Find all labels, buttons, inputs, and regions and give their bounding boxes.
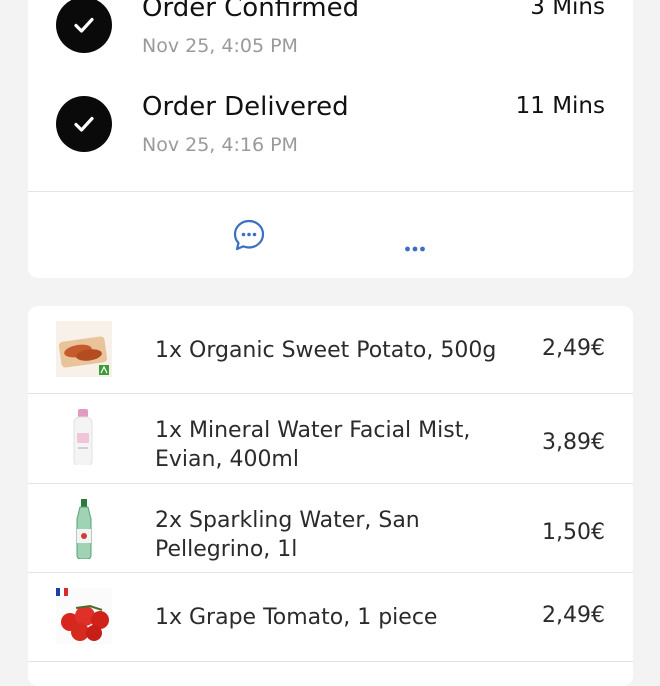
item-name: 1x Organic Sweet Potato, 500g: [155, 338, 497, 363]
list-item[interactable]: 1x Mineral Water Facial Mist, Evian, 400…: [28, 394, 633, 483]
order-items-card: 1x Organic Sweet Potato, 500g 2,49€ 1x M…: [28, 306, 633, 686]
more-dots-icon[interactable]: [404, 238, 426, 252]
sparkling-water-image: [56, 499, 112, 560]
item-price: 3,89€: [542, 430, 605, 455]
item-name: 1x Grape Tomato, 1 piece: [155, 605, 438, 630]
item-price: 2,49€: [542, 336, 605, 361]
check-circle-icon: [56, 0, 112, 53]
step-time: Nov 25, 4:05 PM: [142, 35, 298, 57]
list-item[interactable]: 2x Sparkling Water, San Pellegrino, 1l 1…: [28, 484, 633, 573]
divider: [28, 661, 633, 662]
grape-tomato-image: [56, 588, 112, 644]
step-time: Nov 25, 4:16 PM: [142, 134, 298, 156]
sweet-potato-image: [56, 321, 112, 377]
item-name: 2x Sparkling Water, San Pellegrino, 1l: [155, 508, 420, 562]
step-duration: 11 Mins: [515, 93, 605, 119]
order-status-card: Order Confirmed Nov 25, 4:05 PM 3 Mins O…: [28, 0, 633, 278]
divider: [28, 191, 633, 192]
list-item[interactable]: 1x Grape Tomato, 1 piece 2,49€: [28, 573, 633, 662]
step-order-delivered: Order Delivered Nov 25, 4:16 PM 11 Mins: [28, 92, 633, 176]
check-circle-icon: [56, 96, 112, 152]
facial-mist-image: [56, 409, 112, 468]
step-duration: 3 Mins: [530, 0, 605, 20]
step-title: Order Confirmed: [142, 0, 360, 23]
step-title: Order Delivered: [142, 92, 349, 122]
step-order-confirmed: Order Confirmed Nov 25, 4:05 PM 3 Mins: [28, 0, 633, 77]
item-name: 1x Mineral Water Facial Mist, Evian, 400…: [155, 418, 471, 472]
item-price: 2,49€: [542, 603, 605, 628]
chat-bubble-icon[interactable]: [232, 218, 266, 252]
item-price: 1,50€: [542, 520, 605, 545]
list-item[interactable]: 1x Organic Sweet Potato, 500g 2,49€: [28, 306, 633, 395]
